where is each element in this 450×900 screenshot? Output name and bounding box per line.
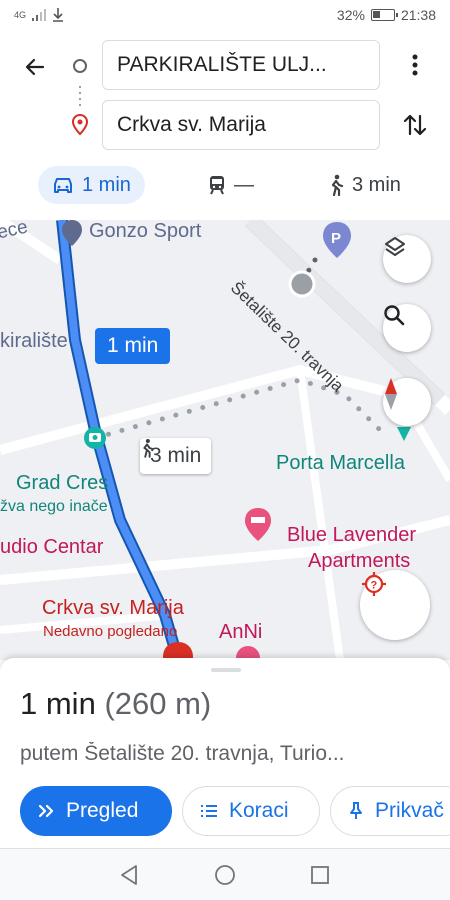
- network-type: 4G: [14, 10, 27, 20]
- route-via: putem Šetalište 20. travnja, Turio...: [20, 742, 345, 765]
- mode-walk-tab[interactable]: 3 min: [314, 166, 415, 204]
- mode-drive-time: 1 min: [82, 173, 131, 196]
- map-label-crkva[interactable]: Crkva sv. Marija: [42, 597, 184, 620]
- map-label-anni[interactable]: AnNi: [219, 621, 262, 644]
- pin-label: Prikvač: [375, 799, 444, 822]
- clock: 21:38: [400, 7, 436, 23]
- map-label-studio-center[interactable]: udio Centar: [0, 536, 103, 559]
- steps-button[interactable]: Koraci: [182, 786, 320, 836]
- list-icon: [201, 805, 217, 817]
- system-nav-bar: [0, 848, 450, 900]
- battery-percent: 32%: [336, 7, 365, 23]
- destination-field[interactable]: Crkva sv. Marija: [102, 100, 380, 150]
- walk-callout-text: 3 min: [150, 444, 202, 467]
- battery-icon: [370, 9, 398, 21]
- route-distance: (260 m): [104, 686, 212, 721]
- my-location-icon: ?: [362, 572, 386, 596]
- circle-home-icon: [215, 865, 235, 885]
- svg-text:P: P: [331, 230, 341, 247]
- preview-button[interactable]: Pregled: [20, 786, 172, 836]
- destination-text: Crkva sv. Marija: [117, 113, 266, 136]
- compass-icon: [385, 378, 397, 410]
- origin-field[interactable]: PARKIRALIŠTE ULJ...: [102, 40, 380, 90]
- status-bar: 4G 32% 21:38: [0, 0, 450, 30]
- svg-text:?: ?: [371, 580, 378, 592]
- walk-icon: [331, 174, 344, 196]
- route-dots-icon: [79, 86, 81, 108]
- search-icon: [384, 305, 405, 326]
- steps-label: Koraci: [229, 799, 289, 822]
- map-label-recently-viewed: Nedavno pogledano: [43, 623, 178, 640]
- square-recents-icon: [311, 866, 329, 884]
- mode-transit-time: —: [234, 173, 254, 196]
- download-icon: [53, 8, 64, 22]
- car-icon: [54, 178, 72, 193]
- route-eta: 1 min (260 m): [20, 686, 211, 722]
- walk-icon: [143, 438, 154, 458]
- map-label-blue-lavender[interactable]: Blue Lavender: [287, 524, 416, 547]
- compass-button[interactable]: [383, 378, 431, 426]
- directions-header: PARKIRALIŠTE ULJ... Crkva sv. Marija 1 m…: [0, 30, 450, 220]
- pin-icon: [350, 802, 362, 819]
- map-label-grad-cres[interactable]: Grad Cres: [16, 472, 108, 495]
- nav-recents-button[interactable]: [307, 862, 333, 888]
- pin-button[interactable]: Prikvač: [330, 786, 450, 836]
- route-summary-sheet[interactable]: 1 min (260 m) putem Šetalište 20. travnj…: [0, 658, 450, 848]
- swap-vert-icon: [403, 114, 427, 136]
- double-chevron-icon: [38, 804, 54, 818]
- mode-walk-time: 3 min: [352, 173, 401, 196]
- search-along-route-button[interactable]: [383, 304, 431, 352]
- train-icon: [210, 176, 224, 195]
- origin-circle-icon: [73, 59, 87, 73]
- more-options-button[interactable]: [400, 48, 430, 82]
- mode-drive-tab[interactable]: 1 min: [38, 166, 145, 204]
- travel-modes: 1 min — 3 min: [0, 162, 450, 208]
- drag-handle[interactable]: [211, 668, 241, 672]
- preview-label: Pregled: [66, 799, 139, 822]
- map-label-porta-marcella[interactable]: Porta Marcella: [276, 452, 405, 475]
- walk-time-callout[interactable]: 3 min: [140, 438, 212, 474]
- layers-icon: [385, 237, 405, 256]
- more-vert-icon: [412, 54, 418, 76]
- route-actions: Pregled Koraci Prikvač: [20, 786, 450, 836]
- map-label-gonzo-sport[interactable]: Gonzo Sport: [89, 220, 201, 243]
- map-view[interactable]: P tece Gonzo Sport Šetalište 20. travnja…: [0, 220, 450, 660]
- mode-transit-tab[interactable]: —: [194, 166, 268, 204]
- arrow-back-icon: [25, 58, 45, 76]
- nav-back-button[interactable]: [116, 862, 142, 888]
- signal-icon: [32, 9, 47, 21]
- triangle-back-icon: [121, 865, 137, 885]
- back-button[interactable]: [18, 50, 52, 84]
- map-label-parkiraliste[interactable]: kiralište: [0, 330, 68, 353]
- origin-text: PARKIRALIŠTE ULJ...: [117, 53, 327, 76]
- layers-button[interactable]: [383, 235, 431, 283]
- my-location-button[interactable]: ?: [360, 570, 430, 640]
- destination-pin-icon: [71, 114, 89, 136]
- route-duration: 1 min: [20, 686, 96, 721]
- map-label-grad-cres-sub: žva nego inače: [0, 498, 108, 515]
- route-time-callout[interactable]: 1 min: [95, 328, 171, 364]
- nav-home-button[interactable]: [212, 862, 238, 888]
- swap-button[interactable]: [398, 108, 432, 142]
